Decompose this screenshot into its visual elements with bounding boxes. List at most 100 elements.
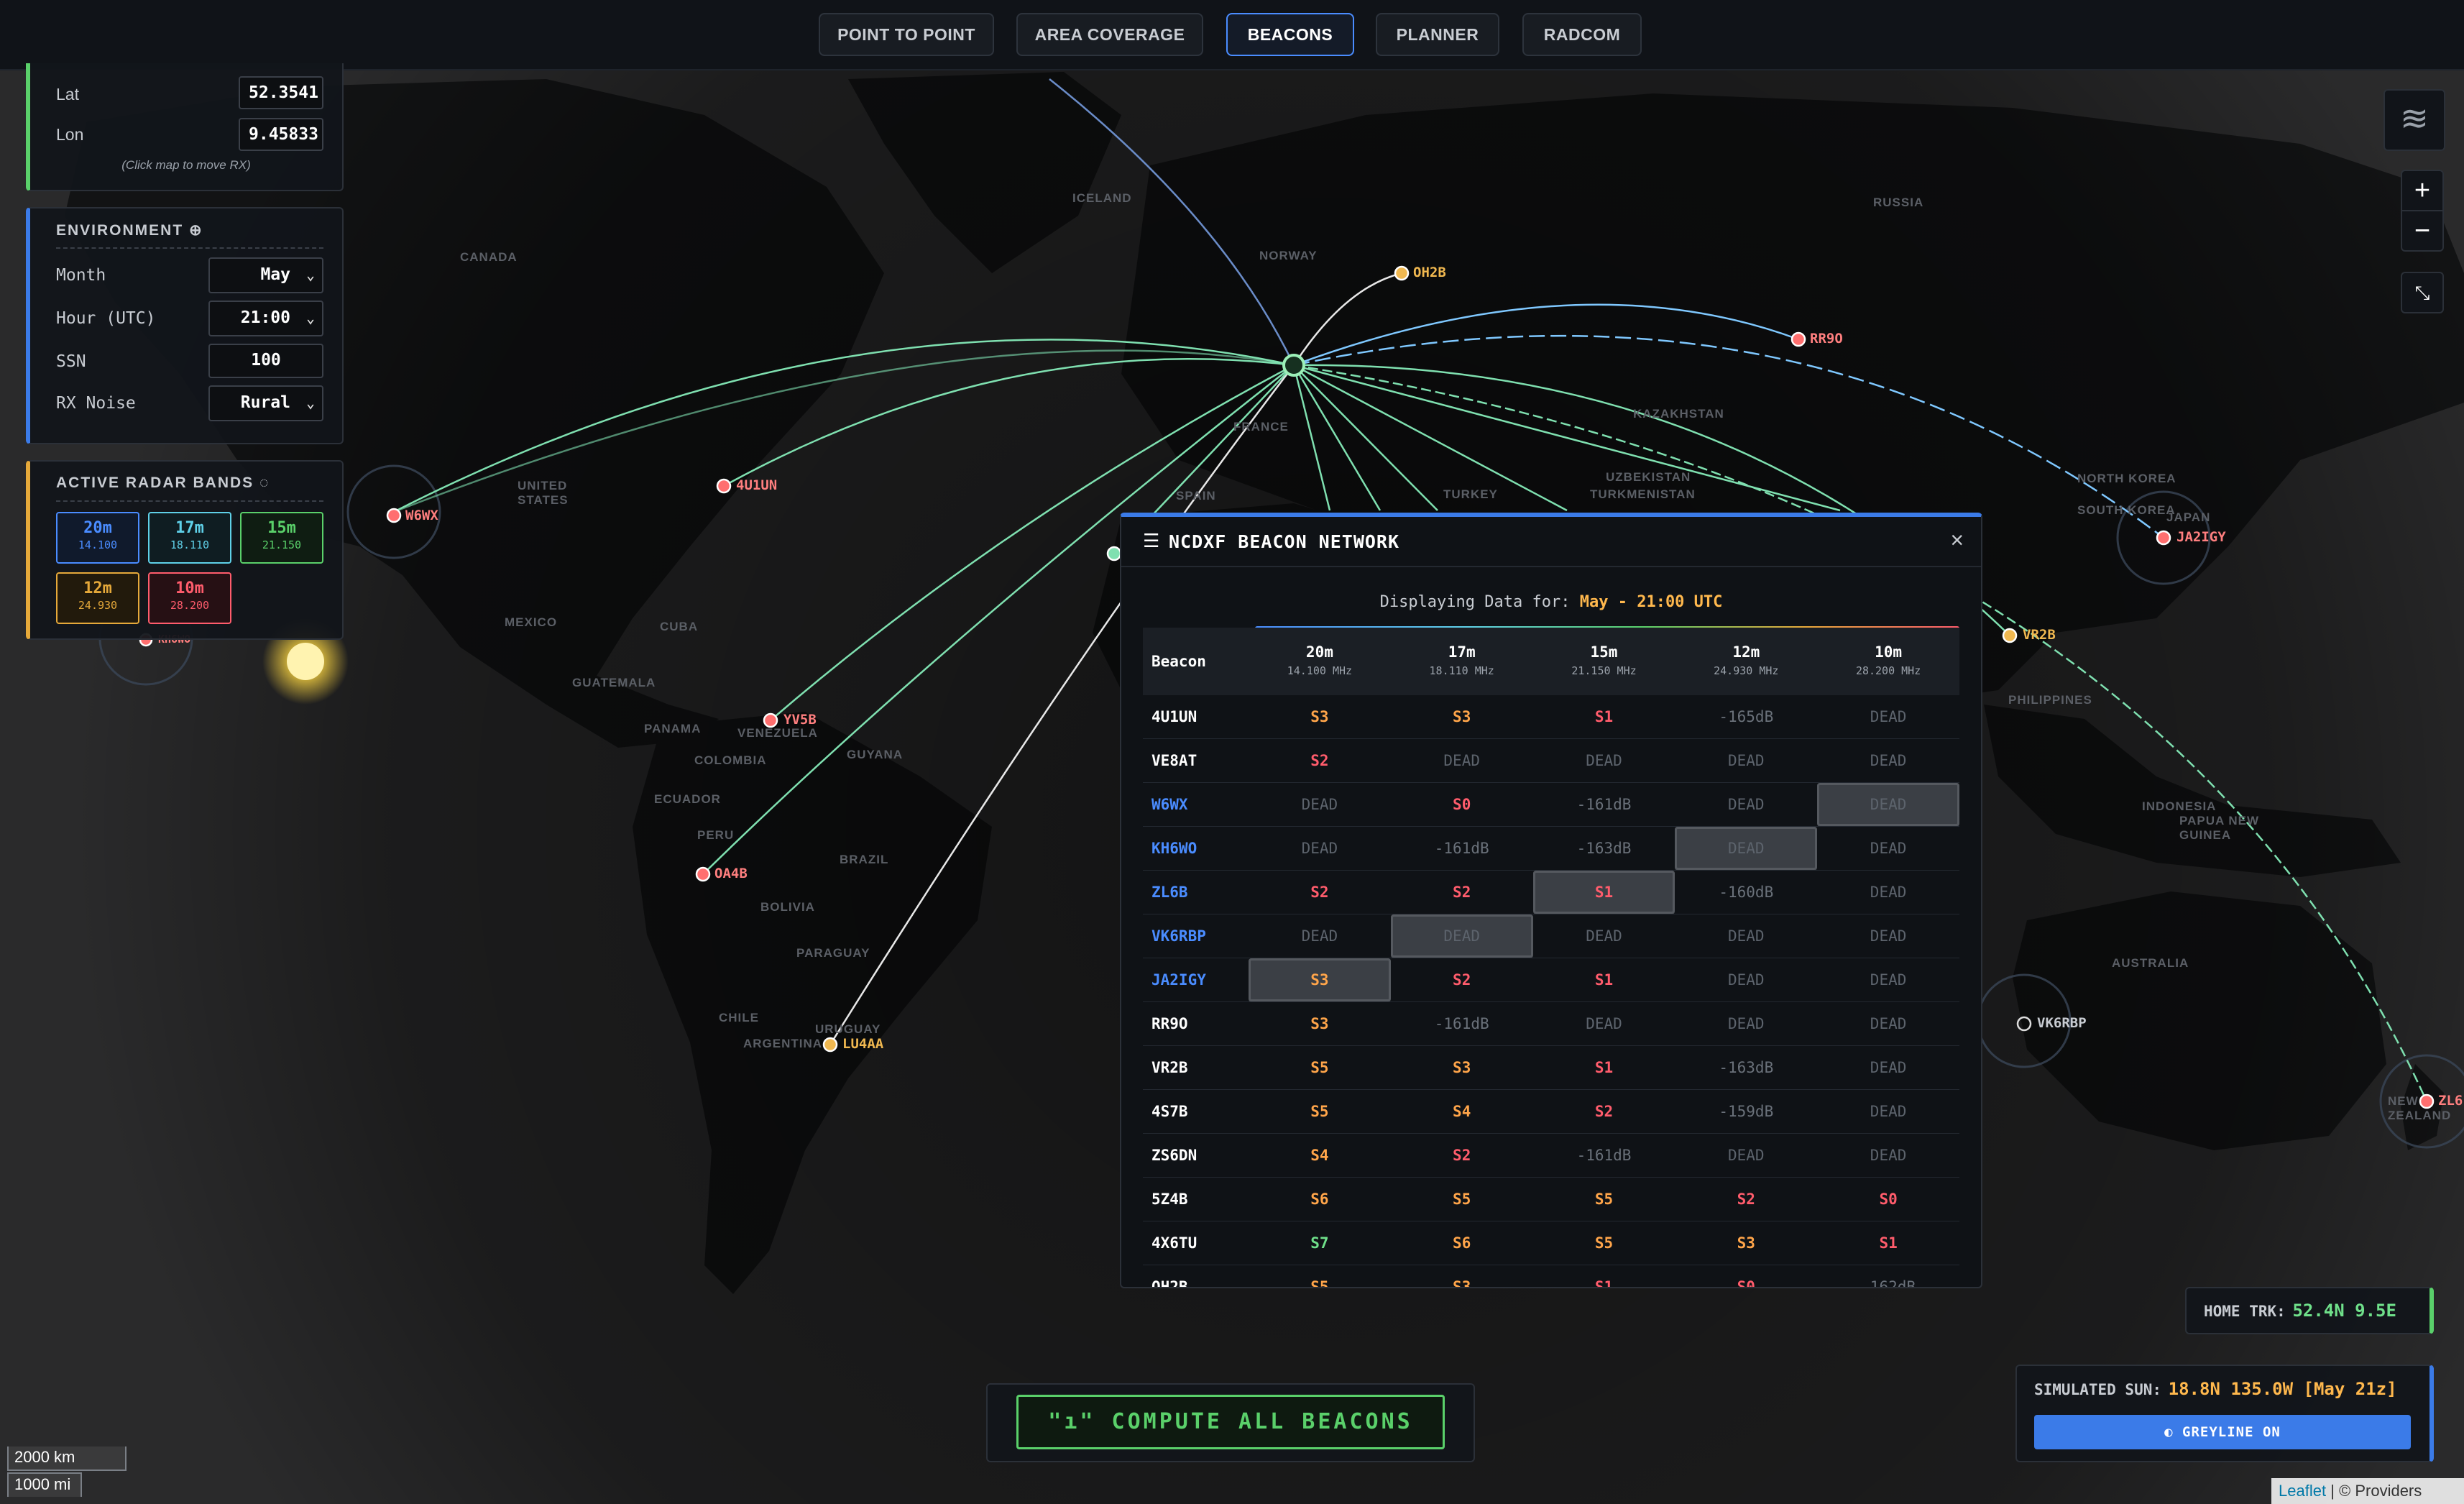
attribution: Leaflet | © Providers — [2271, 1478, 2464, 1504]
signal-cell: S2 — [1390, 870, 1533, 914]
beacon-name-cell[interactable]: VK6RBP — [1143, 914, 1249, 958]
col-header-20m: 20m 14.100 MHz — [1249, 628, 1391, 695]
ssn-input[interactable]: 100 — [208, 344, 323, 378]
home-marker[interactable] — [1282, 354, 1305, 377]
globe-icon: ⊕ — [189, 222, 203, 239]
geo-label: URUGUAY — [815, 1022, 881, 1036]
signal-cell: DEAD — [1817, 738, 1959, 783]
greyline-toggle-button[interactable]: ◐ GREYLINE ON — [2034, 1415, 2411, 1449]
beacon-name-cell[interactable]: ZL6B — [1143, 870, 1249, 914]
geo-label: KAZAKHSTAN — [1633, 407, 1724, 421]
signal-cell: DEAD — [1675, 826, 1818, 871]
lat-label: Lat — [56, 85, 79, 104]
tab-area-coverage[interactable]: AREA COVERAGE — [1016, 13, 1203, 56]
signal-cell: S1 — [1817, 1221, 1959, 1265]
col-header-beacon: Beacon — [1143, 628, 1249, 695]
signal-cell: DEAD — [1675, 914, 1818, 958]
layers-icon[interactable]: ≋ — [2383, 89, 2445, 151]
signal-cell: DEAD — [1532, 914, 1675, 958]
table-row: 5Z4B S6 S5 S5 S2 S0 — [1143, 1177, 1959, 1221]
geo-label: UNITED STATES — [518, 479, 569, 507]
signal-cell: DEAD — [1817, 1133, 1959, 1178]
geo-label: MEXICO — [505, 615, 558, 629]
tab-point-to-point[interactable]: POINT TO POINT — [819, 13, 994, 56]
close-icon[interactable]: × — [1950, 527, 1964, 554]
map-label-lu4aa: LU4AA — [842, 1036, 884, 1052]
map-label-oa4b: OA4B — [714, 866, 748, 881]
geo-label: TURKEY — [1443, 487, 1498, 501]
signal-cell: -165dB — [1675, 695, 1818, 739]
month-select[interactable]: May ⌄ — [208, 257, 323, 293]
beacon-name-cell[interactable]: KH6WO — [1143, 826, 1249, 871]
signal-cell: S3 — [1390, 1265, 1533, 1287]
tab-beacons[interactable]: BEACONS — [1226, 13, 1354, 56]
table-row: W6WX DEAD S0 -161dB DEAD DEAD — [1143, 782, 1959, 827]
band-20m-toggle[interactable]: 20m 14.100 — [56, 512, 139, 564]
map-label-w6wx: W6WX — [405, 508, 438, 523]
signal-cell: S6 — [1249, 1177, 1391, 1221]
signal-cell: -160dB — [1675, 870, 1818, 914]
signal-cell: DEAD — [1675, 1001, 1818, 1046]
map-label-vr2b: VR2B — [2023, 627, 2056, 643]
signal-cell: S1 — [1532, 1265, 1675, 1287]
zoom-out-button[interactable]: − — [2401, 210, 2444, 252]
signal-cell: S1 — [1532, 695, 1675, 739]
signal-cell: DEAD — [1249, 914, 1391, 958]
beacon-name-cell[interactable]: JA2IGY — [1143, 958, 1249, 1002]
geo-label: ICELAND — [1072, 191, 1132, 205]
signal-cell: S5 — [1249, 1089, 1391, 1134]
noise-select[interactable]: Rural ⌄ — [208, 385, 323, 421]
geo-label: INDONESIA — [2142, 799, 2217, 813]
geo-label: CANADA — [460, 250, 518, 264]
table-row: RR9O S3 -161dB DEAD DEAD DEAD — [1143, 1001, 1959, 1046]
signal-cell: -161dB — [1532, 782, 1675, 827]
band-17m-toggle[interactable]: 17m 18.110 — [148, 512, 231, 564]
signal-cell: S2 — [1675, 1177, 1818, 1221]
signal-cell: -161dB — [1390, 826, 1533, 871]
geo-label: SOUTH KOREA — [2077, 503, 2176, 517]
chevron-down-icon: ⌄ — [305, 266, 315, 283]
hour-select[interactable]: 21:00 ⌄ — [208, 301, 323, 336]
signal-cell: S5 — [1390, 1177, 1533, 1221]
signal-cell: DEAD — [1675, 738, 1818, 783]
table-row: OH2B S5 S3 S1 S0 -162dB — [1143, 1265, 1959, 1287]
signal-cell: S3 — [1249, 958, 1391, 1002]
signal-cell: S4 — [1390, 1089, 1533, 1134]
signal-cell: DEAD — [1817, 1001, 1959, 1046]
signal-cell: DEAD — [1817, 826, 1959, 871]
signal-cell: -163dB — [1532, 826, 1675, 871]
band-12m-toggle[interactable]: 12m 24.930 — [56, 572, 139, 624]
geo-label: BRAZIL — [840, 853, 889, 866]
table-row: 4S7B S5 S4 S2 -159dB DEAD — [1143, 1089, 1959, 1134]
signal-cell: S1 — [1532, 958, 1675, 1002]
simulated-sun-box: SIMULATED SUN: 18.8N 135.0W [May 21z] ◐ … — [2015, 1365, 2434, 1462]
geo-label: PARAGUAY — [796, 946, 870, 960]
fullscreen-icon[interactable]: ⤡ — [2401, 272, 2444, 313]
signal-cell: DEAD — [1390, 914, 1533, 958]
leaflet-link[interactable]: Leaflet — [2279, 1482, 2326, 1500]
geo-label: VENEZUELA — [737, 726, 818, 740]
lat-input[interactable]: 52.3541 — [239, 76, 323, 109]
signal-cell: DEAD — [1817, 782, 1959, 827]
table-row: JA2IGY S3 S2 S1 DEAD DEAD — [1143, 958, 1959, 1002]
lon-input[interactable]: 9.45833 — [239, 118, 323, 151]
table-row: VE8AT S2 DEAD DEAD DEAD DEAD — [1143, 738, 1959, 783]
tab-radcom[interactable]: RADCOM — [1522, 13, 1642, 56]
geo-label: GUYANA — [847, 748, 904, 761]
beacon-network-modal: ☰ NCDXF BEACON NETWORK × Displaying Data… — [1120, 513, 1982, 1288]
scale-mi: 1000 mi — [7, 1472, 82, 1497]
band-15m-toggle[interactable]: 15m 21.150 — [240, 512, 323, 564]
band-10m-toggle[interactable]: 10m 28.200 — [148, 572, 231, 624]
beacon-name-cell[interactable]: W6WX — [1143, 782, 1249, 827]
signal-cell: S3 — [1675, 1221, 1818, 1265]
signal-cell: S3 — [1390, 695, 1533, 739]
tab-planner[interactable]: PLANNER — [1376, 13, 1499, 56]
compute-all-beacons-button[interactable]: "ı" COMPUTE ALL BEACONS — [1016, 1395, 1445, 1449]
hour-label: Hour (UTC) — [56, 309, 156, 328]
list-icon: ☰ — [1143, 530, 1160, 551]
displaying-data-line: Displaying Data for: May - 21:00 UTC — [1379, 593, 1723, 611]
zoom-in-button[interactable]: + — [2401, 170, 2444, 211]
map-label-yv5b: YV5B — [783, 712, 817, 728]
signal-cell: S5 — [1532, 1221, 1675, 1265]
radar-bands-title: ACTIVE RADAR BANDS ◌ — [56, 474, 270, 491]
